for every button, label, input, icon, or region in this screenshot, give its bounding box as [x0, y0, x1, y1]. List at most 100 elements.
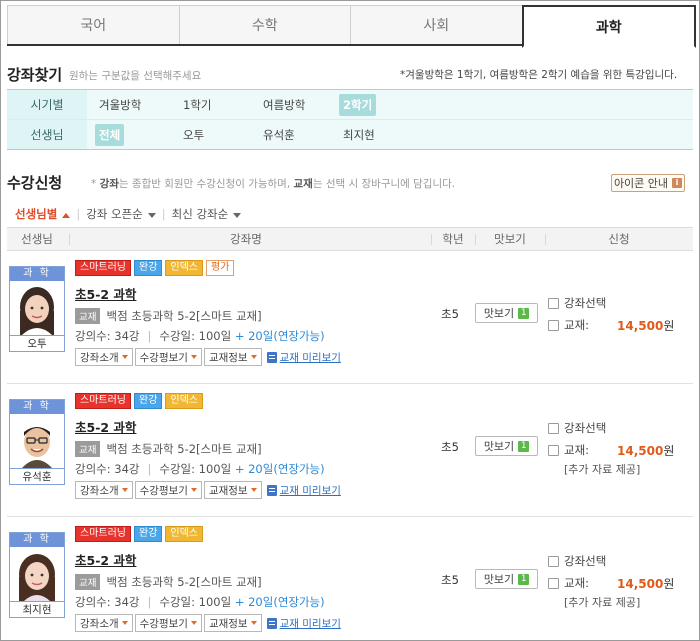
sort-by-latest[interactable]: 최신 강좌순	[172, 206, 242, 222]
filter-option-winter[interactable]: 겨울방학	[95, 94, 145, 116]
filter-panel: 시기별 겨울방학 1학기 여름방학 2학기 선생님 전체 오투 유석훈 최지현	[7, 89, 693, 150]
icon-guide-button[interactable]: 아이콘 안내 i	[611, 174, 685, 192]
chevron-down-icon	[121, 355, 128, 359]
sort-by-teacher[interactable]: 선생님별	[15, 206, 71, 222]
course-row: 과 학 오투 스마트러닝 완강 인덱스 평가 초5-2 과학 교재 백점 초등과…	[7, 256, 693, 384]
tab-math[interactable]: 수학	[178, 5, 351, 44]
teacher-card[interactable]: 과 학 오투	[9, 266, 65, 352]
course-intro-button[interactable]: 강좌소개	[75, 348, 133, 366]
course-row: 과 학 유석훈 스마트러닝 완강 인덱스 초5-2 과학 교재 백점 초등과학 …	[7, 389, 693, 517]
badge-group: 스마트러닝 완강 인덱스	[75, 526, 204, 542]
book-icon	[266, 617, 277, 629]
subject-tabs: 국어 수학 사회 과학	[7, 5, 696, 48]
course-select-checkbox[interactable]: 강좌선택	[548, 420, 606, 436]
course-title-link[interactable]: 초5-2 과학	[75, 550, 136, 569]
book-select-checkbox[interactable]: 교재:	[548, 317, 589, 333]
filter-option-all[interactable]: 전체	[95, 123, 125, 146]
info-icon: i	[672, 178, 683, 188]
teacher-card[interactable]: 과 학 유석훈	[9, 399, 65, 485]
teacher-card[interactable]: 과 학 최지현	[9, 532, 65, 618]
page-frame: 국어 수학 사회 과학 강좌찾기 원하는 구분값을 선택해주세요 *겨울방학은 …	[0, 0, 700, 641]
course-actions: 강좌소개 수강평보기 교재정보 교재 미리보기	[75, 614, 341, 632]
filter-option-term1[interactable]: 1학기	[179, 94, 215, 116]
badge-complete: 완강	[134, 393, 163, 409]
extra-material: [추가 자료 제공]	[564, 596, 641, 609]
filter-row-teacher: 선생님 전체 오투 유석훈 최지현	[7, 119, 693, 149]
filter-label-teacher: 선생님	[7, 120, 87, 149]
review-button[interactable]: 수강평보기	[134, 348, 202, 366]
course-title-link[interactable]: 초5-2 과학	[75, 417, 136, 436]
course-intro-button[interactable]: 강좌소개	[75, 481, 133, 499]
course-title-link[interactable]: 초5-2 과학	[75, 284, 136, 303]
badge-index: 인덱스	[165, 393, 204, 409]
course-select-checkbox[interactable]: 강좌선택	[548, 553, 606, 569]
course-actions: 강좌소개 수강평보기 교재정보 교재 미리보기	[75, 481, 341, 499]
sort-by-open[interactable]: 강좌 오픈순	[86, 206, 156, 222]
book-preview-link[interactable]: 교재 미리보기	[266, 483, 341, 498]
chevron-down-icon	[250, 355, 257, 359]
preview-button[interactable]: 맛보기 1	[475, 569, 538, 589]
course-info: 강의수: 34강 | 수강일: 100일 + 20일(연장가능)	[75, 595, 325, 609]
review-button[interactable]: 수강평보기	[134, 481, 202, 499]
col-teacher: 선생님	[21, 232, 53, 246]
col-course: 강좌명	[230, 232, 262, 246]
filter-option-term2[interactable]: 2학기	[339, 93, 377, 116]
preview-button[interactable]: 맛보기 1	[475, 436, 538, 456]
chevron-down-icon	[250, 488, 257, 492]
badge-smart: 스마트러닝	[75, 393, 131, 409]
preview-button[interactable]: 맛보기 1	[475, 303, 538, 323]
book-info-button[interactable]: 교재정보	[203, 348, 262, 366]
teacher-name: 오투	[10, 335, 64, 351]
book-preview-link[interactable]: 교재 미리보기	[266, 350, 341, 365]
book-price: 14,500원	[617, 319, 675, 333]
teacher-photo	[10, 547, 64, 601]
find-title: 강좌찾기	[7, 66, 63, 84]
book-info-button[interactable]: 교재정보	[203, 481, 262, 499]
teacher-photo	[10, 414, 64, 468]
tab-science[interactable]: 과학	[521, 5, 696, 48]
enroll-note: * 강좌는 종합반 회원만 수강신청이 가능하며, 교재는 선택 시 장바구니에…	[91, 178, 456, 190]
filter-option-choi[interactable]: 최지현	[339, 124, 379, 146]
book-icon	[266, 351, 277, 363]
textbook-tag: 교재	[75, 308, 101, 324]
grade-value: 초5	[441, 440, 459, 454]
col-preview: 맛보기	[494, 232, 526, 246]
book-info-button[interactable]: 교재정보	[203, 614, 262, 632]
sort-down-icon	[147, 213, 156, 218]
sort-separator: |	[76, 207, 81, 221]
grade-value: 초5	[441, 307, 459, 321]
course-actions: 강좌소개 수강평보기 교재정보 교재 미리보기	[75, 348, 341, 366]
teacher-photo	[10, 281, 64, 335]
tab-social[interactable]: 사회	[350, 5, 523, 44]
extra-material: [추가 자료 제공]	[564, 463, 641, 476]
filter-option-summer[interactable]: 여름방학	[259, 94, 309, 116]
course-row: 과 학 최지현 스마트러닝 완강 인덱스 초5-2 과학 교재 백점 초등과학 …	[7, 522, 693, 640]
table-header: 선생님 강좌명 학년 맛보기 신청	[7, 227, 693, 251]
textbook-name: 백점 초등과학 5-2[스마트 교재]	[106, 442, 262, 456]
tab-korean[interactable]: 국어	[7, 5, 180, 44]
chevron-down-icon	[121, 488, 128, 492]
badge-index: 인덱스	[165, 526, 204, 542]
book-select-checkbox[interactable]: 교재:	[548, 442, 589, 458]
filter-option-otu[interactable]: 오투	[179, 124, 208, 146]
book-select-checkbox[interactable]: 교재:	[548, 575, 589, 591]
chevron-down-icon	[250, 621, 257, 625]
sort-separator: |	[161, 207, 166, 221]
badge-index: 인덱스	[165, 260, 204, 276]
badge-complete: 완강	[134, 260, 163, 276]
course-select-checkbox[interactable]: 강좌선택	[548, 295, 606, 311]
textbook-name: 백점 초등과학 5-2[스마트 교재]	[106, 575, 262, 589]
badge-group: 스마트러닝 완강 인덱스 평가	[75, 260, 235, 276]
badge-eval: 평가	[206, 260, 235, 276]
find-note: *겨울방학은 1학기, 여름방학은 2학기 예습을 위한 특강입니다.	[400, 69, 678, 81]
book-preview-link[interactable]: 교재 미리보기	[266, 616, 341, 631]
enroll-title: 수강신청	[7, 174, 63, 192]
subject-label: 과 학	[10, 400, 64, 414]
sort-bar: 선생님별 | 강좌 오픈순 | 최신 강좌순	[15, 206, 242, 222]
textbook-tag: 교재	[75, 574, 101, 590]
col-grade: 학년	[442, 232, 464, 246]
review-button[interactable]: 수강평보기	[134, 614, 202, 632]
badge-smart: 스마트러닝	[75, 526, 131, 542]
course-intro-button[interactable]: 강좌소개	[75, 614, 133, 632]
filter-option-yoo[interactable]: 유석훈	[259, 124, 299, 146]
